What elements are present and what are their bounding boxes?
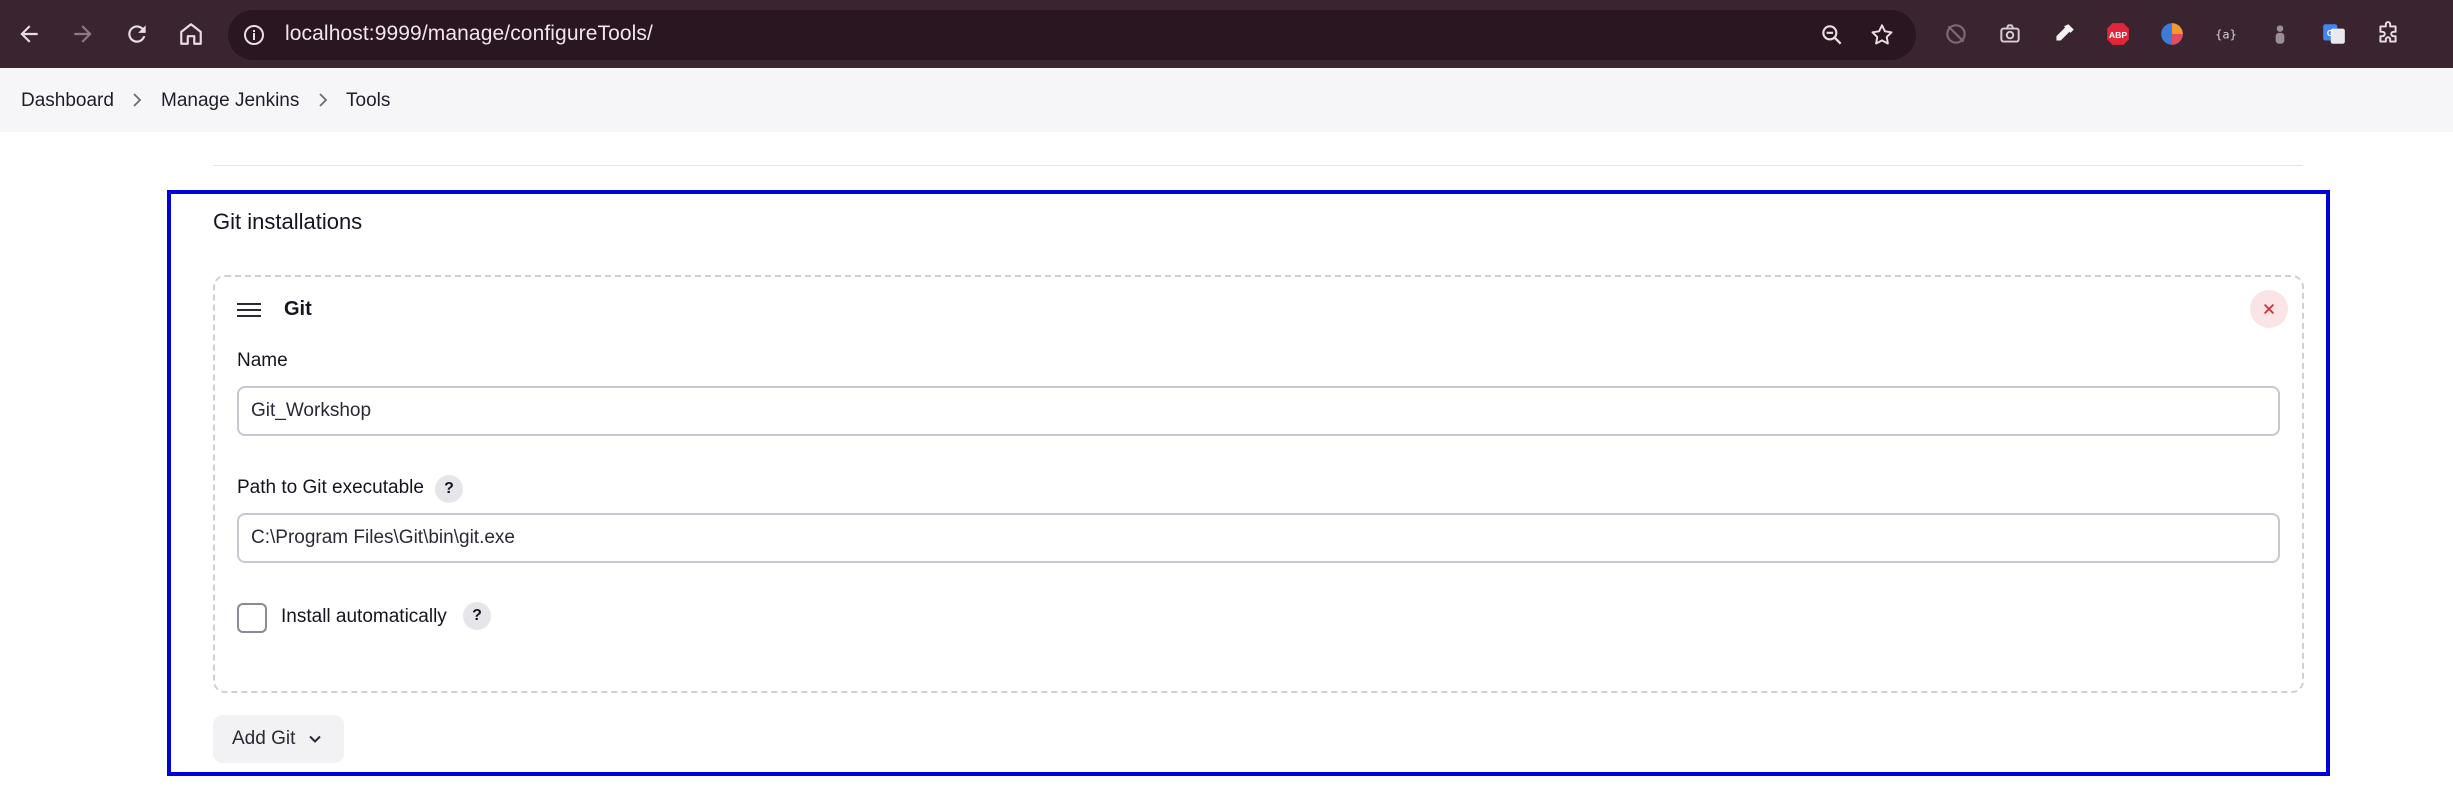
path-input[interactable] xyxy=(237,513,2280,563)
close-icon xyxy=(2264,304,2274,314)
path-help-button[interactable]: ? xyxy=(435,475,463,503)
sync-off-icon[interactable] xyxy=(1941,19,1971,49)
svg-text:ABP: ABP xyxy=(2109,30,2128,40)
delete-installation-button[interactable] xyxy=(2250,290,2288,328)
install-automatically-checkbox[interactable] xyxy=(237,603,267,633)
breadcrumb-dashboard[interactable]: Dashboard xyxy=(21,90,114,112)
add-git-label: Add Git xyxy=(232,728,296,749)
drag-handle-icon[interactable] xyxy=(237,300,261,320)
screenshot-icon[interactable] xyxy=(1995,19,2025,49)
svg-text:{a}: {a} xyxy=(2215,27,2237,41)
breadcrumb-manage-jenkins[interactable]: Manage Jenkins xyxy=(161,90,299,112)
name-label: Name xyxy=(237,350,288,371)
breadcrumb: Dashboard Manage Jenkins Tools xyxy=(0,68,2453,132)
git-installation-card xyxy=(213,275,2304,693)
code-braces-icon[interactable]: {a} xyxy=(2211,19,2241,49)
chevron-right-icon xyxy=(319,93,328,107)
card-title: Git xyxy=(284,298,312,320)
forward-arrow-icon xyxy=(74,25,92,43)
address-bar[interactable]: localhost:9999/manage/configureTools/ xyxy=(228,10,1916,60)
forward-button[interactable] xyxy=(63,14,103,54)
install-help-button[interactable]: ? xyxy=(463,602,491,630)
back-arrow-icon xyxy=(20,25,38,43)
site-info-icon[interactable] xyxy=(238,19,270,51)
eyedropper-icon[interactable] xyxy=(2049,19,2079,49)
adblock-plus-icon[interactable]: ABP xyxy=(2103,19,2133,49)
reload-button[interactable] xyxy=(117,14,157,54)
google-translate-icon[interactable]: G xyxy=(2319,19,2349,49)
svg-text:G: G xyxy=(2327,28,2334,38)
section-divider xyxy=(213,165,2303,166)
url-text[interactable]: localhost:9999/manage/configureTools/ xyxy=(285,22,653,46)
path-label: Path to Git executable xyxy=(237,477,424,498)
home-icon xyxy=(180,23,202,45)
back-button[interactable] xyxy=(9,14,49,54)
browser-toolbar: localhost:9999/manage/configureTools/ AB… xyxy=(0,0,2453,68)
chevron-down-icon xyxy=(309,735,322,743)
extension-figure-icon[interactable] xyxy=(2265,19,2295,49)
zoom-icon[interactable] xyxy=(1818,21,1846,49)
puzzle-icon[interactable] xyxy=(2373,19,2403,49)
color-picker-icon[interactable] xyxy=(2157,19,2187,49)
name-input[interactable] xyxy=(237,386,2280,436)
reload-icon xyxy=(128,25,146,43)
section-title: Git installations xyxy=(213,209,363,234)
chevron-right-icon xyxy=(133,93,142,107)
add-git-button[interactable]: Add Git xyxy=(213,715,344,763)
home-button[interactable] xyxy=(171,14,211,54)
bookmark-star-icon[interactable] xyxy=(1868,21,1896,49)
install-automatically-label[interactable]: Install automatically xyxy=(281,606,447,628)
breadcrumb-tools[interactable]: Tools xyxy=(346,90,390,112)
